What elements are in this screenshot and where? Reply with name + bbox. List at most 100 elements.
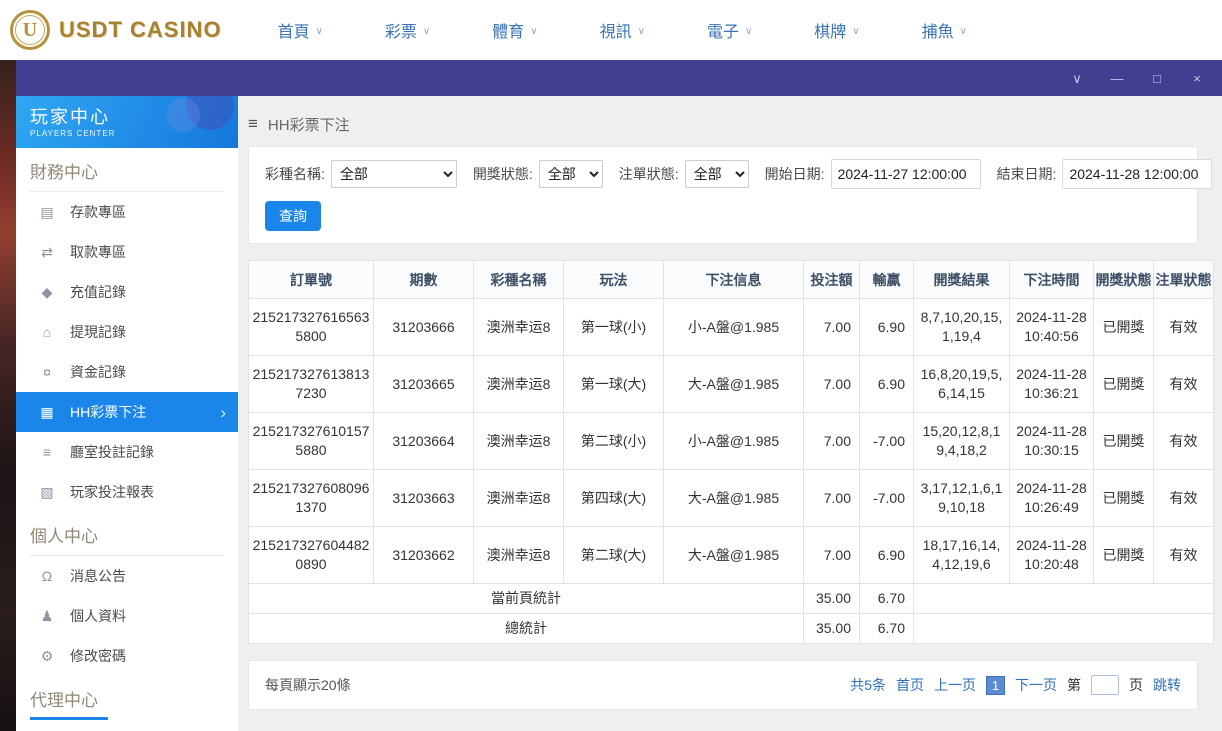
grand-summary-label: 總統計 — [248, 613, 804, 644]
next-page-link[interactable]: 下一页 — [1015, 675, 1057, 695]
bell-icon: Ω — [41, 568, 53, 584]
app-body: 玩家中心 PLAYERS CENTER 財務中心 ▤ 存款專區 ⇄ 取款專區 ◆… — [16, 96, 1222, 731]
cell-win-loss: -7.00 — [859, 469, 914, 527]
draw-status-select[interactable]: 全部 — [538, 160, 603, 188]
sidebar-item-withdrawal-records[interactable]: ⌂ 提現記錄 — [16, 312, 238, 352]
current-page-badge[interactable]: 1 — [986, 675, 1005, 695]
cell-draw-status: 已開獎 — [1093, 298, 1154, 356]
start-date-input[interactable] — [830, 159, 981, 189]
sidebar-item-player-bet-report[interactable]: ▧ 玩家投注報表 — [16, 472, 238, 512]
cell-draw-result: 16,8,20,19,5,6,14,15 — [913, 355, 1010, 413]
order-status-select[interactable]: 全部 — [684, 160, 749, 188]
end-date-input[interactable] — [1062, 159, 1213, 189]
window-title-bar: ∨ — □ × — [16, 60, 1222, 96]
cell-bet-amount: 7.00 — [803, 412, 860, 470]
cell-bet-time: 2024-11-28 10:20:48 — [1009, 526, 1094, 584]
close-icon[interactable]: × — [1190, 72, 1204, 85]
app-window: ∨ — □ × 玩家中心 PLAYERS CENTER 財務中心 ▤ 存款專區 … — [16, 60, 1222, 731]
cell-bet-time: 2024-11-28 10:36:21 — [1009, 355, 1094, 413]
sidebar-item-label: 充值記錄 — [70, 284, 126, 300]
cell-order-status: 有效 — [1153, 412, 1214, 470]
chevron-down-icon: ∨ — [422, 26, 431, 37]
order-status-label: 注單狀態: — [618, 166, 679, 182]
cell-bet-amount: 7.00 — [803, 526, 860, 584]
cell-order-status: 有效 — [1153, 298, 1214, 356]
cell-draw-result: 18,17,16,14,4,12,19,6 — [913, 526, 1010, 584]
cell-bet-info: 小-A盤@1.985 — [663, 412, 804, 470]
sidebar-item-funds-records[interactable]: ¤ 資金記錄 — [16, 352, 238, 392]
chevron-down-icon: ∨ — [852, 26, 860, 37]
maximize-icon[interactable]: □ — [1150, 72, 1164, 85]
sidebar-item-hh-lottery-bets[interactable]: ▦ HH彩票下注 › — [16, 392, 238, 432]
table-row: 2152173276165635800 31203666 澳洲幸运8 第一球(小… — [248, 298, 1214, 356]
nav-sports-label: 體育 — [492, 24, 525, 41]
bets-table: 訂單號 期數 彩種名稱 玩法 下注信息 投注額 輸贏 開獎結果 下注時間 開獎狀… — [248, 260, 1214, 644]
funds-records-icon: ¤ — [43, 364, 51, 380]
nav-video[interactable]: 視訊 ∨ — [600, 18, 645, 42]
start-date-label: 開始日期: — [764, 166, 825, 182]
sidebar-item-withdraw[interactable]: ⇄ 取款專區 — [16, 232, 238, 272]
page-summary-label: 當前頁統計 — [248, 583, 804, 614]
lottery-ticket-icon: ▦ — [40, 403, 54, 420]
user-icon: ♟ — [40, 607, 54, 624]
sidebar-item-label: HH彩票下注 — [70, 404, 147, 420]
col-header-draw-result: 開獎結果 — [913, 260, 1010, 299]
cell-order-no: 2152173276080961370 — [248, 469, 374, 527]
cell-bet-amount: 7.00 — [803, 355, 860, 413]
jump-link[interactable]: 跳转 — [1153, 675, 1181, 695]
collapse-icon[interactable]: ∨ — [1070, 72, 1084, 85]
minimize-icon[interactable]: — — [1110, 72, 1124, 85]
table-row: 2152173276044820890 31203662 澳洲幸运8 第二球(大… — [248, 526, 1214, 584]
nav-home[interactable]: 首頁 ∨ — [278, 18, 323, 42]
grand-summary-win-total: 6.70 — [859, 613, 914, 644]
page-number-input[interactable] — [1091, 675, 1119, 695]
nav-board-games[interactable]: 棋牌 ∨ — [814, 18, 859, 42]
sidebar-item-label: 取款專區 — [70, 244, 126, 260]
cell-lottery-name: 澳洲幸运8 — [473, 526, 564, 584]
room-records-icon: ≡ — [42, 444, 52, 460]
cell-period: 31203665 — [373, 355, 474, 413]
recharge-records-icon: ◆ — [41, 283, 53, 300]
agent-section-underline — [30, 717, 108, 720]
sidebar-item-room-bet-records[interactable]: ≡ 廳室投註記錄 — [16, 432, 238, 472]
sidebar-item-change-password[interactable]: ⚙ 修改密碼 — [16, 636, 238, 676]
cell-order-no: 2152173276101575880 — [248, 412, 374, 470]
logo[interactable]: U USDT CASINO — [10, 10, 222, 50]
filter-end-date: 結束日期: — [997, 159, 1213, 189]
sidebar-item-deposit[interactable]: ▤ 存款專區 — [16, 192, 238, 232]
cell-bet-amount: 7.00 — [803, 298, 860, 356]
nav-fishing[interactable]: 捕魚 ∨ — [922, 18, 967, 42]
sidebar-item-label: 資金記錄 — [70, 364, 126, 380]
hamburger-menu-icon[interactable]: ≡ — [248, 114, 258, 134]
withdraw-icon: ⇄ — [41, 243, 53, 260]
sidebar-item-recharge-records[interactable]: ◆ 充值記錄 — [16, 272, 238, 312]
cell-period: 31203664 — [373, 412, 474, 470]
sidebar-item-announcements[interactable]: Ω 消息公告 — [16, 556, 238, 596]
sidebar-item-profile[interactable]: ♟ 個人資料 — [16, 596, 238, 636]
cell-bet-time: 2024-11-28 10:40:56 — [1009, 298, 1094, 356]
nav-lottery[interactable]: 彩票 ∨ — [385, 18, 430, 42]
draw-status-label: 開獎狀態: — [472, 166, 533, 182]
logo-emblem-letter: U — [22, 18, 38, 41]
end-date-label: 結束日期: — [996, 166, 1057, 182]
prev-page-link[interactable]: 上一页 — [934, 675, 976, 695]
filter-draw-status: 開獎狀態: 全部 — [473, 160, 603, 188]
sidebar-item-label: 廳室投註記錄 — [70, 444, 154, 460]
table-header-row: 訂單號 期數 彩種名稱 玩法 下注信息 投注額 輸贏 開獎結果 下注時間 開獎狀… — [248, 260, 1214, 299]
cell-order-no: 2152173276138137230 — [248, 355, 374, 413]
search-button[interactable]: 查詢 — [265, 201, 321, 231]
nav-sports[interactable]: 體育 ∨ — [492, 18, 537, 42]
section-title-personal: 個人中心 — [30, 522, 224, 556]
grand-summary-empty — [913, 613, 1214, 644]
table-row: 2152173276101575880 31203664 澳洲幸运8 第二球(小… — [248, 412, 1214, 470]
first-page-link[interactable]: 首页 — [896, 675, 924, 695]
lottery-name-select[interactable]: 全部 — [330, 160, 457, 188]
sidebar-item-label: 存款專區 — [70, 204, 126, 220]
cell-play-type: 第一球(大) — [563, 355, 664, 413]
logo-emblem-icon: U — [10, 10, 50, 50]
cell-order-no: 2152173276044820890 — [248, 526, 374, 584]
cell-lottery-name: 澳洲幸运8 — [473, 469, 564, 527]
cell-win-loss: -7.00 — [859, 412, 914, 470]
nav-slots[interactable]: 電子 ∨ — [707, 18, 752, 42]
cell-period: 31203662 — [373, 526, 474, 584]
